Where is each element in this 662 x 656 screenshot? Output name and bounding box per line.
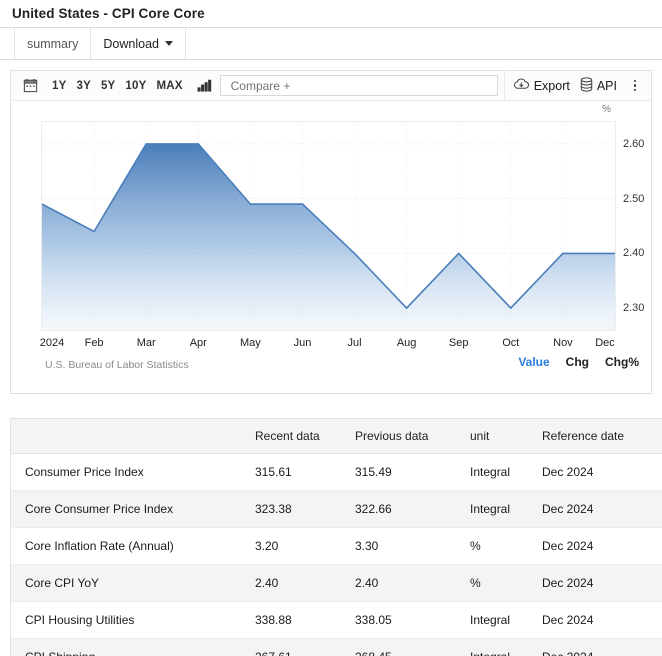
- page-title: United States - CPI Core Core: [12, 6, 205, 21]
- table-body: Consumer Price Index315.61315.49Integral…: [11, 454, 662, 656]
- x-axis-label: May: [240, 337, 261, 349]
- tab-summary-label: summary: [27, 37, 78, 51]
- row-name: Core Inflation Rate (Annual): [11, 528, 256, 565]
- row-previous: 338.05: [355, 602, 470, 639]
- row-recent: 3.20: [255, 528, 355, 565]
- column-header-unit: unit: [470, 419, 542, 454]
- table-header-row: Recent data Previous data unit Reference…: [11, 419, 662, 454]
- row-reference: Dec 2024: [542, 491, 662, 528]
- chart-toolbar: 1Y 3Y 5Y 10Y MAX: [11, 71, 651, 101]
- row-recent: 323.38: [255, 491, 355, 528]
- row-previous: 268.45: [355, 639, 470, 656]
- row-recent: 2.40: [255, 565, 355, 602]
- compare-input[interactable]: [229, 78, 497, 94]
- calendar-icon[interactable]: [19, 75, 41, 97]
- range-button-10y[interactable]: 10Y: [120, 80, 151, 92]
- tab-bar: summary Download: [0, 28, 662, 60]
- chart-mode-toggles: Value Chg Chg%: [518, 355, 639, 369]
- y-axis-label: 2.40: [623, 247, 644, 259]
- row-name: Core CPI YoY: [11, 565, 256, 602]
- row-reference: Dec 2024: [542, 454, 662, 491]
- row-name: Core Consumer Price Index: [11, 491, 256, 528]
- x-axis-label: Nov: [553, 337, 573, 349]
- x-axis-label: Jul: [348, 337, 362, 349]
- table-row[interactable]: Core CPI YoY2.402.40%Dec 2024: [11, 565, 662, 602]
- bar-chart-icon[interactable]: [194, 75, 216, 97]
- y-axis-label: 2.60: [623, 138, 644, 150]
- row-reference: Dec 2024: [542, 602, 662, 639]
- row-name: Consumer Price Index: [11, 454, 256, 491]
- row-recent: 315.61: [255, 454, 355, 491]
- y-axis-label: 2.30: [623, 302, 644, 314]
- x-axis-label: Dec: [595, 337, 615, 349]
- x-axis-label: Feb: [85, 337, 104, 349]
- chart-panel: 1Y 3Y 5Y 10Y MAX: [10, 70, 652, 394]
- table-row[interactable]: Core Consumer Price Index323.38322.66Int…: [11, 491, 662, 528]
- row-unit: Integral: [470, 454, 542, 491]
- x-axis-label: Jun: [294, 337, 312, 349]
- toolbar-actions: Export API: [504, 71, 645, 100]
- y-axis-label: 2.50: [623, 193, 644, 205]
- x-axis-label: Sep: [449, 337, 469, 349]
- export-label: Export: [534, 79, 570, 93]
- row-reference: Dec 2024: [542, 565, 662, 602]
- database-icon: [580, 77, 593, 95]
- table-row[interactable]: Consumer Price Index315.61315.49Integral…: [11, 454, 662, 491]
- range-button-max[interactable]: MAX: [151, 80, 187, 92]
- column-header-previous: Previous data: [355, 419, 470, 454]
- table-row[interactable]: CPI Shipping267.61268.45IntegralDec 2024: [11, 639, 662, 656]
- cloud-download-icon: [513, 77, 530, 94]
- chart-svg: [42, 122, 615, 330]
- chart-unit-label: %: [602, 104, 611, 115]
- column-header-reference: Reference date: [542, 419, 662, 454]
- mode-toggle-chg[interactable]: Chg: [566, 355, 589, 369]
- chart-body: % 2.602.502.402.30 2024FebMarA: [11, 101, 651, 393]
- api-button[interactable]: API: [580, 77, 617, 95]
- row-unit: Integral: [470, 491, 542, 528]
- row-previous: 2.40: [355, 565, 470, 602]
- row-recent: 338.88: [255, 602, 355, 639]
- x-axis-label: Apr: [190, 337, 207, 349]
- range-button-5y[interactable]: 5Y: [96, 80, 120, 92]
- table-row[interactable]: CPI Housing Utilities338.88338.05Integra…: [11, 602, 662, 639]
- table-row[interactable]: Core Inflation Rate (Annual)3.203.30%Dec…: [11, 528, 662, 565]
- row-reference: Dec 2024: [542, 639, 662, 656]
- row-unit: Integral: [470, 639, 542, 656]
- row-name: CPI Housing Utilities: [11, 602, 256, 639]
- row-previous: 322.66: [355, 491, 470, 528]
- chart-source: U.S. Bureau of Labor Statistics: [45, 359, 189, 371]
- mode-toggle-chgpct[interactable]: Chg%: [605, 355, 639, 369]
- column-header-recent: Recent data: [255, 419, 355, 454]
- x-axis-label: 2024: [40, 337, 64, 349]
- compare-field[interactable]: [220, 75, 498, 96]
- row-previous: 3.30: [355, 528, 470, 565]
- row-unit: %: [470, 528, 542, 565]
- api-label: API: [597, 79, 617, 93]
- indicators-table: Recent data Previous data unit Reference…: [10, 418, 662, 656]
- export-button[interactable]: Export: [513, 77, 570, 94]
- row-unit: %: [470, 565, 542, 602]
- tab-download-label: Download: [103, 37, 159, 51]
- tab-download[interactable]: Download: [90, 28, 186, 59]
- range-button-3y[interactable]: 3Y: [71, 80, 95, 92]
- mode-toggle-value[interactable]: Value: [518, 355, 549, 369]
- page-header: United States - CPI Core Core: [0, 0, 662, 28]
- row-name: CPI Shipping: [11, 639, 256, 656]
- row-reference: Dec 2024: [542, 528, 662, 565]
- row-recent: 267.61: [255, 639, 355, 656]
- row-unit: Integral: [470, 602, 542, 639]
- kebab-menu-icon[interactable]: [627, 76, 643, 96]
- row-previous: 315.49: [355, 454, 470, 491]
- x-axis-label: Mar: [137, 337, 156, 349]
- tab-summary[interactable]: summary: [14, 28, 91, 59]
- column-header-name: [11, 419, 256, 454]
- table-header: Recent data Previous data unit Reference…: [11, 419, 662, 454]
- page-root: United States - CPI Core Core summary Do…: [0, 0, 662, 656]
- range-button-1y[interactable]: 1Y: [47, 80, 71, 92]
- x-axis-label: Oct: [502, 337, 519, 349]
- chart-plot-area[interactable]: [41, 121, 616, 331]
- chevron-down-icon: [165, 41, 173, 46]
- x-axis-label: Aug: [397, 337, 417, 349]
